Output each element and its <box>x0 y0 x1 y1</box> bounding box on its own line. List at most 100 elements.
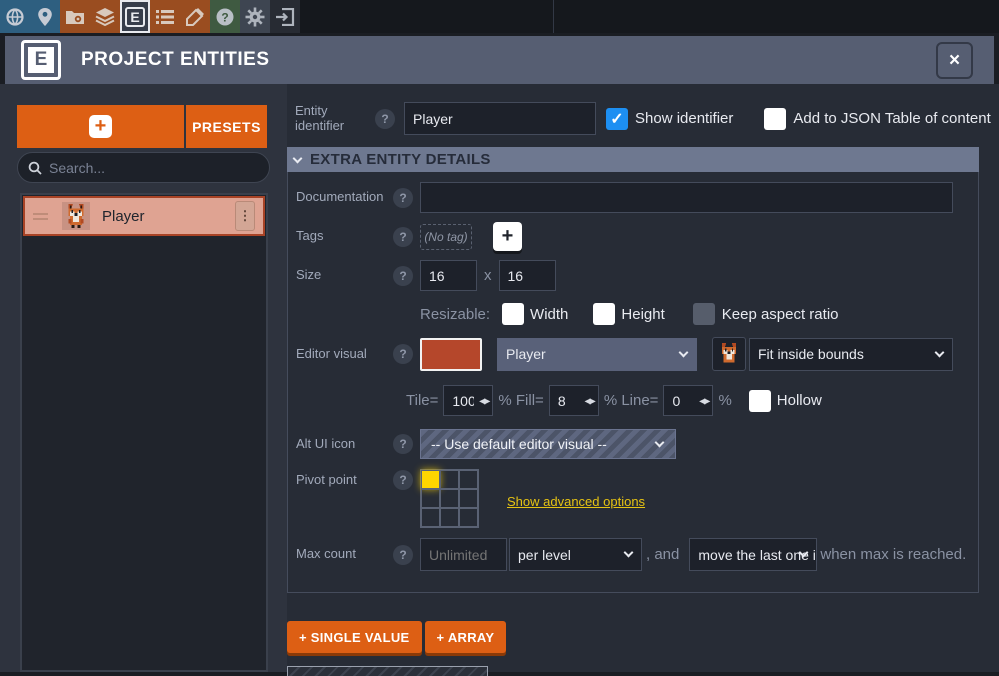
and-text: , and <box>646 546 679 563</box>
max-count-label: Max count <box>296 547 393 562</box>
alt-ui-icon-value: -- Use default editor visual -- <box>431 436 607 452</box>
entity-row-player[interactable]: Player ⋮ <box>23 196 265 236</box>
pivot-cell[interactable] <box>459 470 478 489</box>
tags-row: Tags ? (No tag) + <box>296 222 978 251</box>
hollow-label: Hollow <box>777 392 822 409</box>
line-label: % Line= <box>604 392 659 409</box>
app-toolbar: E ? <box>0 0 999 33</box>
resizable-label: Resizable: <box>420 306 490 323</box>
add-tag-button[interactable]: + <box>493 222 522 251</box>
field-drop-placeholder <box>287 666 488 676</box>
toolbar-divider <box>553 0 554 33</box>
identifier-help-icon[interactable]: ? <box>375 109 395 129</box>
help-icon[interactable]: ? <box>210 0 240 33</box>
entity-menu-button[interactable]: ⋮ <box>235 201 255 231</box>
size-label: Size <box>296 268 393 283</box>
show-advanced-options-link[interactable]: Show advanced options <box>507 494 645 509</box>
hollow-checkbox[interactable] <box>749 390 771 412</box>
entities-logo-icon: E <box>21 40 61 80</box>
keep-aspect-checkbox[interactable] <box>693 303 715 325</box>
entity-name: Player <box>102 208 145 225</box>
alt-ui-icon-select[interactable]: -- Use default editor visual -- <box>420 429 676 459</box>
resizable-height-checkbox[interactable] <box>593 303 615 325</box>
pivot-cell[interactable] <box>440 489 459 508</box>
alt-ui-icon-label: Alt UI icon <box>296 437 393 452</box>
tile-opacity-row: Tile= ◀▶ % Fill= ◀▶ % Line= ◀▶ % Hollow <box>296 385 978 416</box>
pivot-cell[interactable] <box>421 470 440 489</box>
show-identifier-checkbox[interactable]: ✓ <box>606 108 628 130</box>
extra-details-header[interactable]: EXTRA ENTITY DETAILS <box>287 147 979 172</box>
world-icon[interactable] <box>0 0 30 33</box>
reached-text: when max is reached. <box>820 546 966 563</box>
fit-mode-select[interactable]: Fit inside bounds <box>749 338 953 371</box>
search-input[interactable] <box>49 160 239 176</box>
chevron-down-icon <box>679 347 689 357</box>
documentation-input[interactable] <box>420 182 953 213</box>
identifier-input[interactable] <box>404 102 596 135</box>
pivot-cell[interactable] <box>459 508 478 527</box>
paint-brush-icon[interactable] <box>180 0 210 33</box>
percent-label: % <box>718 392 731 409</box>
add-array-button[interactable]: + ARRAY <box>425 621 507 653</box>
presets-button[interactable]: PRESETS <box>186 105 267 148</box>
documentation-help-icon[interactable]: ? <box>393 188 413 208</box>
layers-icon[interactable] <box>90 0 120 33</box>
size-help-icon[interactable]: ? <box>393 266 413 286</box>
pivot-cell[interactable] <box>421 508 440 527</box>
editor-visual-help-icon[interactable]: ? <box>393 344 413 364</box>
no-tag-badge: (No tag) <box>420 224 472 250</box>
enums-icon[interactable] <box>150 0 180 33</box>
settings-gear-icon[interactable] <box>240 0 270 33</box>
entity-color-swatch[interactable] <box>420 338 482 371</box>
editor-visual-row: Editor visual ? Player <box>296 337 978 371</box>
location-pin-icon[interactable] <box>30 0 60 33</box>
pivot-point-label: Pivot point <box>296 473 393 488</box>
render-mode-select[interactable]: Player <box>497 338 697 371</box>
entities-icon[interactable]: E <box>120 0 150 33</box>
close-button[interactable]: × <box>936 42 973 79</box>
pivot-cell[interactable] <box>421 489 440 508</box>
panel-body: + PRESETS <box>0 84 999 672</box>
add-single-value-button[interactable]: + SINGLE VALUE <box>287 621 422 653</box>
render-mode-value: Player <box>506 346 546 362</box>
player-sprite-icon <box>62 202 90 230</box>
max-count-help-icon[interactable]: ? <box>393 545 413 565</box>
spinner-icon[interactable]: ◀▶ <box>479 396 489 405</box>
max-count-input[interactable] <box>420 538 507 571</box>
overflow-mode-value: move the last one i <box>698 547 816 563</box>
exit-icon[interactable] <box>270 0 300 33</box>
plus-icon: + <box>89 115 112 138</box>
size-separator: x <box>484 267 492 284</box>
spinner-icon[interactable]: ◀▶ <box>699 396 709 405</box>
search-icon <box>28 161 42 175</box>
svg-text:?: ? <box>221 10 228 24</box>
pivot-cell[interactable] <box>440 470 459 489</box>
pivot-cell[interactable] <box>440 508 459 527</box>
alt-ui-help-icon[interactable]: ? <box>393 434 413 454</box>
show-identifier-label: Show identifier <box>635 110 733 127</box>
pivot-help-icon[interactable]: ? <box>393 470 413 490</box>
player-sprite-icon <box>718 343 740 365</box>
tags-help-icon[interactable]: ? <box>393 227 413 247</box>
extra-details-section: Documentation ? Tags ? (No tag) + Size ?… <box>287 172 979 593</box>
pivot-cell[interactable] <box>459 489 478 508</box>
drag-handle[interactable] <box>33 210 48 223</box>
chevron-down-icon <box>935 347 945 357</box>
per-level-select[interactable]: per level <box>509 538 642 571</box>
size-height-input[interactable] <box>499 260 556 291</box>
add-field-buttons: + SINGLE VALUE + ARRAY <box>287 621 999 653</box>
resizable-width-checkbox[interactable] <box>502 303 524 325</box>
width-label: Width <box>530 306 568 323</box>
alt-ui-icon-row: Alt UI icon ? -- Use default editor visu… <box>296 429 978 459</box>
project-settings-icon[interactable] <box>60 0 90 33</box>
resizable-row: Resizable: Width Height Keep aspect rati… <box>296 303 978 325</box>
spinner-icon[interactable]: ◀▶ <box>585 396 595 405</box>
size-width-input[interactable] <box>420 260 477 291</box>
overflow-mode-select[interactable]: move the last one i <box>689 538 817 571</box>
add-to-json-checkbox[interactable] <box>764 108 786 130</box>
identifier-row: Entity identifier ? ✓ Show identifier Ad… <box>287 84 999 136</box>
entity-sidebar: + PRESETS <box>0 84 287 672</box>
tile-picker-button[interactable] <box>712 337 746 371</box>
entity-settings-panel: Entity identifier ? ✓ Show identifier Ad… <box>287 84 999 672</box>
add-entity-button[interactable]: + <box>17 105 184 148</box>
